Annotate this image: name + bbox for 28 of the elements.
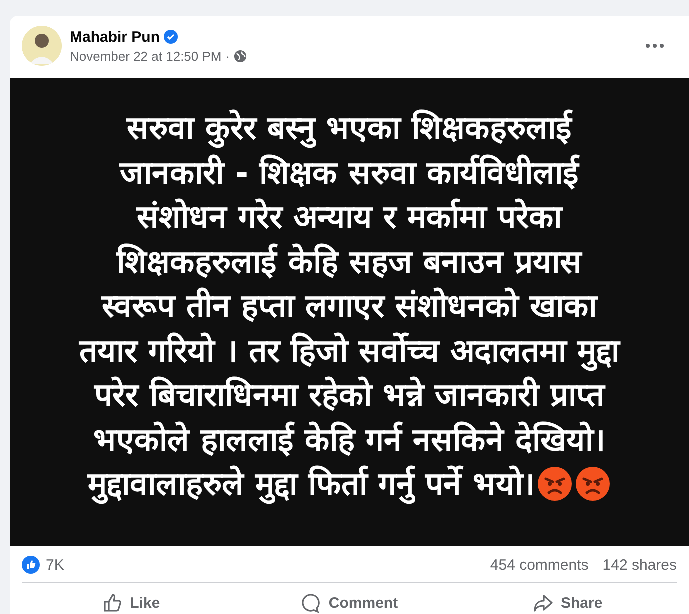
share-count[interactable]: 142 shares	[602, 556, 677, 574]
angry-face-icon	[574, 466, 611, 502]
like-button[interactable]: Like	[22, 587, 240, 614]
image-text-line: जानकारी - शिक्षक सरुवा कार्यविधीलाई	[120, 152, 579, 194]
image-text-line: स्वरूप तीन हप्ता लगाएर संशोधनको खाका	[102, 286, 597, 327]
comment-button[interactable]: Comment	[240, 587, 459, 614]
angry-face-icon	[536, 466, 573, 502]
image-text-line: संशोधन गरेर अन्याय र मर्कामा परेका	[137, 197, 562, 238]
image-text-line: भएकोले हाललाई केहि गर्न नसकिने देखियो।	[94, 420, 606, 460]
comment-count[interactable]: 454 comments	[490, 556, 589, 574]
author-name[interactable]: Mahabir Pun	[70, 28, 160, 46]
separator: ·	[226, 48, 230, 64]
image-text-line: शिक्षकहरुलाई केहि सहज बनाउन प्रयास	[117, 242, 582, 282]
share-icon[interactable]	[532, 593, 553, 613]
image-text-line: तयार गरियो । तर हिजो सर्वोच्च अदालतमा मुद्दा	[80, 330, 620, 373]
like-icon[interactable]	[102, 593, 122, 613]
globe-icon[interactable]	[234, 50, 248, 62]
post-timestamp[interactable]: November 22 at 12:50 PM	[70, 48, 222, 64]
comment-icon[interactable]	[300, 593, 321, 613]
image-text-line: मुद्दावालाहरुले मुद्दा फिर्ता गर्नु पर्ने भयो।	[88, 464, 535, 506]
avatar[interactable]	[22, 26, 62, 66]
share-button[interactable]: Share	[458, 587, 677, 614]
image-text-line: परेर बिचाराधिनमा रहेको भन्ने जानकारी प्राप्त	[94, 375, 604, 416]
like-reaction-icon[interactable]	[22, 556, 40, 574]
more-icon[interactable]	[646, 44, 664, 48]
image-text-line: सरुवा कुरेर बस्नु भएका शिक्षकहरुलाई	[127, 108, 572, 150]
reaction-count[interactable]: 7K	[46, 556, 64, 574]
post-image[interactable]	[10, 78, 689, 546]
